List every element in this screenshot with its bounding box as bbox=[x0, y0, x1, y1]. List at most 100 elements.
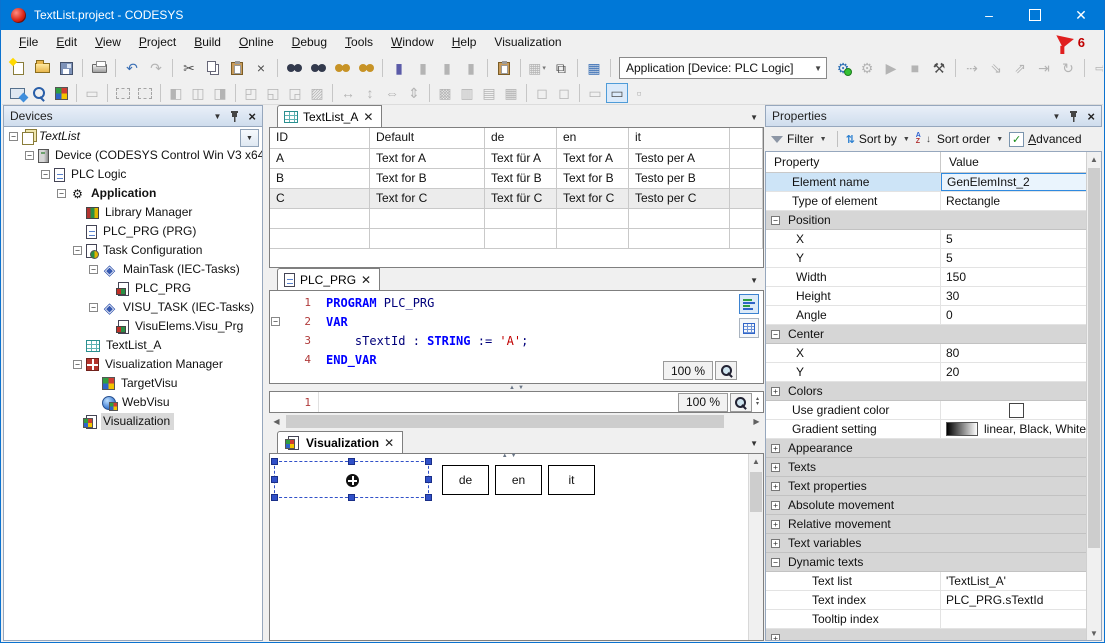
canvas-scrollbar-thumb[interactable] bbox=[750, 472, 762, 512]
table-cell[interactable]: C bbox=[270, 189, 370, 209]
tree-item-visuelems-visu-prg[interactable]: VisuElems.Visu_Prg bbox=[4, 317, 262, 336]
resize-handle-s[interactable] bbox=[348, 494, 355, 501]
property-group-dynamic-texts[interactable]: −Dynamic texts bbox=[766, 553, 1087, 572]
grid-options-button[interactable]: ▦▾ bbox=[525, 57, 549, 79]
cut-button[interactable]: ✂ bbox=[177, 57, 201, 79]
column-header-default[interactable]: Default bbox=[370, 128, 485, 149]
property-group-appearance[interactable]: +Appearance bbox=[766, 439, 1087, 458]
property-row-use-gradient-color[interactable]: Use gradient color bbox=[766, 401, 1087, 420]
visualization-tab-close-icon[interactable]: ✕ bbox=[384, 437, 394, 449]
code-editor[interactable]: 1PROGRAM PLC_PRG−2VAR3 sTextId : STRING … bbox=[269, 290, 764, 384]
menu-debug[interactable]: Debug bbox=[283, 32, 336, 52]
properties-scroll-down-icon[interactable]: ▼ bbox=[1087, 626, 1101, 640]
fold-collapse-icon[interactable]: − bbox=[271, 317, 280, 326]
align-right-button[interactable]: ◨ bbox=[209, 83, 231, 103]
tree-item-plc-prg[interactable]: PLC_PRG bbox=[4, 279, 262, 298]
ungroup-button[interactable] bbox=[134, 83, 156, 103]
expand-group-icon[interactable]: + bbox=[771, 444, 780, 453]
layout-list-button[interactable]: ▭ bbox=[584, 83, 606, 103]
expand-collapse-icon[interactable]: − bbox=[41, 170, 50, 179]
tree-item-textlist[interactable]: −TextList bbox=[4, 127, 262, 146]
dialog-settings-button[interactable]: ▦ bbox=[582, 57, 606, 79]
column-header-de[interactable]: de bbox=[485, 128, 557, 149]
property-group-partial[interactable]: + bbox=[766, 629, 1087, 641]
table-cell-empty[interactable] bbox=[629, 229, 730, 249]
canvas-splitter[interactable]: ▲▼ bbox=[502, 453, 517, 459]
bring-to-front-button[interactable]: ▩ bbox=[434, 83, 456, 103]
redo-button[interactable]: ↷ bbox=[144, 57, 168, 79]
sort-order-dropdown-icon[interactable]: ▼ bbox=[996, 136, 1003, 143]
layout-grid-button[interactable]: ▫ bbox=[628, 83, 650, 103]
group-button[interactable] bbox=[112, 83, 134, 103]
tree-item-targetvisu[interactable]: TargetVisu bbox=[4, 374, 262, 393]
property-row-height[interactable]: Height30 bbox=[766, 287, 1087, 306]
menu-build[interactable]: Build bbox=[185, 32, 230, 52]
find-in-project-button[interactable] bbox=[330, 57, 354, 79]
visualization-tabs-dropdown-icon[interactable]: ▼ bbox=[750, 439, 758, 448]
background-image-button[interactable]: ▨ bbox=[306, 83, 328, 103]
copy-button[interactable] bbox=[201, 57, 225, 79]
property-value[interactable]: 5 bbox=[941, 230, 1087, 248]
property-row-tooltip-index[interactable]: Tooltip index bbox=[766, 610, 1087, 629]
expand-collapse-icon[interactable]: − bbox=[25, 151, 34, 160]
step-into-button[interactable]: ⇘ bbox=[984, 57, 1008, 79]
property-value[interactable] bbox=[941, 610, 1087, 628]
advanced-label[interactable]: Advanced bbox=[1028, 132, 1081, 146]
resize-handle-n[interactable] bbox=[348, 458, 355, 465]
filter-dropdown-icon[interactable]: ▼ bbox=[820, 136, 827, 143]
property-group-text-variables[interactable]: +Text variables bbox=[766, 534, 1087, 553]
tab-visualization[interactable]: Visualization ✕ bbox=[277, 431, 403, 453]
table-empty-row[interactable] bbox=[270, 209, 763, 229]
replace-button[interactable] bbox=[306, 57, 330, 79]
property-value[interactable]: 'TextList_A' bbox=[941, 572, 1087, 590]
editor-splitter[interactable]: ▲▼ bbox=[269, 384, 764, 391]
layout-selected-button[interactable]: ▭ bbox=[606, 83, 628, 103]
start-button[interactable]: ▶ bbox=[879, 57, 903, 79]
table-cell[interactable]: Text für C bbox=[485, 189, 557, 209]
expand-collapse-icon[interactable]: − bbox=[73, 360, 82, 369]
resize-handle-se[interactable] bbox=[425, 494, 432, 501]
table-cell[interactable]: Testo per B bbox=[629, 169, 730, 189]
property-group-center[interactable]: −Center bbox=[766, 325, 1087, 344]
table-cell-empty[interactable] bbox=[270, 209, 370, 229]
new-file-button[interactable] bbox=[6, 57, 30, 79]
editor-horizontal-scrollbar[interactable]: ◀ ▶ bbox=[269, 414, 764, 429]
login-button[interactable]: ⚙ bbox=[831, 57, 855, 79]
property-row-angle[interactable]: Angle0 bbox=[766, 306, 1087, 325]
table-cell[interactable]: Text for B bbox=[370, 169, 485, 189]
property-row-y[interactable]: Y20 bbox=[766, 363, 1087, 382]
resize-handle-ne[interactable] bbox=[425, 458, 432, 465]
breakpoints-button[interactable]: ⚒ bbox=[927, 57, 951, 79]
property-group-relative-movement[interactable]: +Relative movement bbox=[766, 515, 1087, 534]
sort-by-dropdown-icon[interactable]: ▼ bbox=[903, 136, 910, 143]
clear-bookmarks-button[interactable]: ▮ bbox=[459, 57, 483, 79]
canvas-vertical-scrollbar[interactable]: ▲ bbox=[748, 454, 763, 640]
maximize-button[interactable] bbox=[1012, 0, 1058, 30]
property-row-width[interactable]: Width150 bbox=[766, 268, 1087, 287]
undo-button[interactable]: ↶ bbox=[120, 57, 144, 79]
menu-file[interactable]: File bbox=[10, 32, 47, 52]
bring-forward-button[interactable]: ▥ bbox=[456, 83, 478, 103]
expand-collapse-icon[interactable]: − bbox=[9, 132, 18, 141]
table-cell-empty[interactable] bbox=[485, 229, 557, 249]
property-value[interactable]: linear, Black, White bbox=[941, 420, 1087, 438]
menu-help[interactable]: Help bbox=[443, 32, 486, 52]
tree-item-device-codesys-control-win-v3-x64-[interactable]: −Device (CODESYS Control Win V3 x64) bbox=[4, 146, 262, 165]
collapse-group-icon[interactable]: − bbox=[771, 330, 780, 339]
table-row[interactable]: CText for CText für CText for CTesto per… bbox=[270, 189, 763, 209]
gradient-checkbox[interactable] bbox=[1009, 403, 1024, 418]
code-line-3[interactable]: 3 sTextId : STRING := 'A'; bbox=[270, 331, 763, 350]
devices-menu-icon[interactable]: ▼ bbox=[213, 112, 221, 121]
selected-rectangle-element[interactable] bbox=[274, 461, 429, 498]
advanced-checkbox[interactable]: ✓ bbox=[1009, 132, 1024, 147]
mini-zoom-button[interactable]: 100 % bbox=[678, 393, 728, 412]
table-cell-empty[interactable] bbox=[270, 229, 370, 249]
tree-item-visualization-manager[interactable]: −Visualization Manager bbox=[4, 355, 262, 374]
tab-plc-prg[interactable]: PLC_PRG ✕ bbox=[277, 268, 380, 290]
property-value[interactable]: PLC_PRG.sTextId bbox=[941, 591, 1087, 609]
expand-collapse-icon[interactable]: − bbox=[57, 189, 66, 198]
save-button[interactable] bbox=[54, 57, 78, 79]
plcprg-tab-close-icon[interactable]: ✕ bbox=[361, 274, 371, 286]
property-value[interactable]: 150 bbox=[941, 268, 1087, 286]
visualization-settings-button[interactable] bbox=[6, 83, 28, 103]
